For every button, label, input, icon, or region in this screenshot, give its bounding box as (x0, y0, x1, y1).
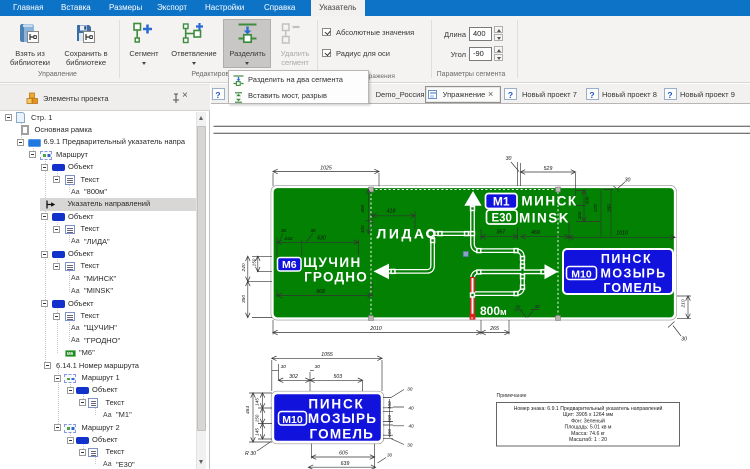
svg-text:ЩУЧИН: ЩУЧИН (303, 255, 362, 270)
svg-text:30: 30 (506, 156, 512, 162)
svg-text:302: 302 (289, 374, 298, 380)
svg-text:418: 418 (387, 209, 396, 215)
svg-text:2010: 2010 (369, 326, 382, 332)
svg-text:240: 240 (241, 263, 247, 272)
svg-text:1055: 1055 (321, 352, 333, 358)
svg-text:40: 40 (408, 405, 414, 411)
svg-text:350: 350 (607, 204, 612, 212)
svg-text:Площадь: 5.01 кв м: Площадь: 5.01 кв м (564, 425, 611, 431)
svg-text:350: 350 (241, 295, 247, 303)
svg-text:Масштаб: 1 : 20: Масштаб: 1 : 20 (569, 437, 607, 443)
svg-text:30: 30 (387, 452, 393, 457)
svg-text:МОЗЫРЬ: МОЗЫРЬ (601, 266, 667, 280)
svg-text:150: 150 (251, 258, 256, 266)
svg-text:242: 242 (283, 236, 292, 242)
svg-text:605: 605 (339, 451, 348, 457)
svg-text:100: 100 (360, 225, 365, 233)
svg-text:100: 100 (387, 415, 392, 423)
svg-text:1010: 1010 (616, 231, 628, 237)
svg-text:100: 100 (387, 429, 392, 437)
svg-text:ЛИДА: ЛИДА (377, 225, 427, 241)
svg-text:30: 30 (281, 364, 287, 370)
svg-text:Е30: Е30 (491, 213, 511, 225)
svg-text:ПИНСК: ПИНСК (601, 252, 652, 266)
svg-text:М10: М10 (571, 268, 592, 280)
svg-text:265: 265 (489, 326, 499, 332)
svg-text:ГОМЕЛЬ: ГОМЕЛЬ (603, 281, 662, 295)
svg-text:MINSK: MINSK (519, 210, 570, 225)
svg-text:30: 30 (281, 228, 287, 233)
svg-text:МИНСК: МИНСК (521, 193, 577, 208)
svg-text:Щит: 3905 x 1264 мм: Щит: 3905 x 1264 мм (563, 412, 614, 418)
svg-text:30: 30 (534, 304, 540, 309)
svg-text:40: 40 (408, 423, 414, 429)
svg-text:150: 150 (255, 414, 260, 422)
svg-text:530: 530 (317, 236, 326, 242)
svg-text:М1: М1 (493, 195, 510, 209)
svg-text:30: 30 (315, 364, 321, 370)
svg-text:968: 968 (316, 289, 325, 295)
svg-text:30: 30 (407, 442, 413, 448)
svg-text:М10: М10 (282, 414, 303, 426)
svg-text:400: 400 (360, 205, 365, 213)
svg-text:Примечание: Примечание (497, 393, 527, 399)
svg-text:800м: 800м (480, 304, 507, 318)
svg-text:30: 30 (407, 387, 413, 393)
svg-text:30: 30 (310, 228, 316, 233)
svg-text:М6: М6 (282, 259, 297, 271)
svg-text:529: 529 (544, 166, 553, 172)
svg-text:МОЗЫРЬ: МОЗЫРЬ (308, 411, 377, 426)
svg-text:1025: 1025 (320, 165, 332, 171)
svg-text:Номер знака: 6.9.1 Предварител: Номер знака: 6.9.1 Предварительный указа… (514, 405, 663, 412)
svg-text:R 30: R 30 (245, 451, 256, 457)
svg-text:30: 30 (681, 337, 687, 343)
svg-text:210: 210 (681, 299, 687, 308)
svg-text:357: 357 (496, 230, 506, 236)
svg-text:100: 100 (577, 211, 582, 219)
svg-text:469: 469 (531, 230, 540, 236)
svg-text:30: 30 (515, 305, 521, 310)
svg-text:270: 270 (593, 204, 598, 213)
svg-text:ГОМЕЛЬ: ГОМЕЛЬ (309, 426, 374, 441)
svg-text:ПИНСК: ПИНСК (308, 397, 364, 412)
svg-text:30: 30 (625, 178, 631, 184)
svg-text:Масса: 74.6 кг: Масса: 74.6 кг (571, 431, 605, 437)
svg-text:145: 145 (255, 398, 260, 406)
svg-text:145: 145 (255, 428, 260, 436)
svg-text:464: 464 (245, 406, 251, 414)
svg-text:Фон: Зеленый: Фон: Зеленый (571, 417, 605, 424)
svg-text:100: 100 (387, 401, 392, 409)
svg-text:200: 200 (585, 196, 590, 205)
svg-text:ГРОДНО: ГРОДНО (304, 269, 368, 284)
svg-text:503: 503 (333, 374, 342, 380)
svg-text:639: 639 (341, 461, 350, 467)
